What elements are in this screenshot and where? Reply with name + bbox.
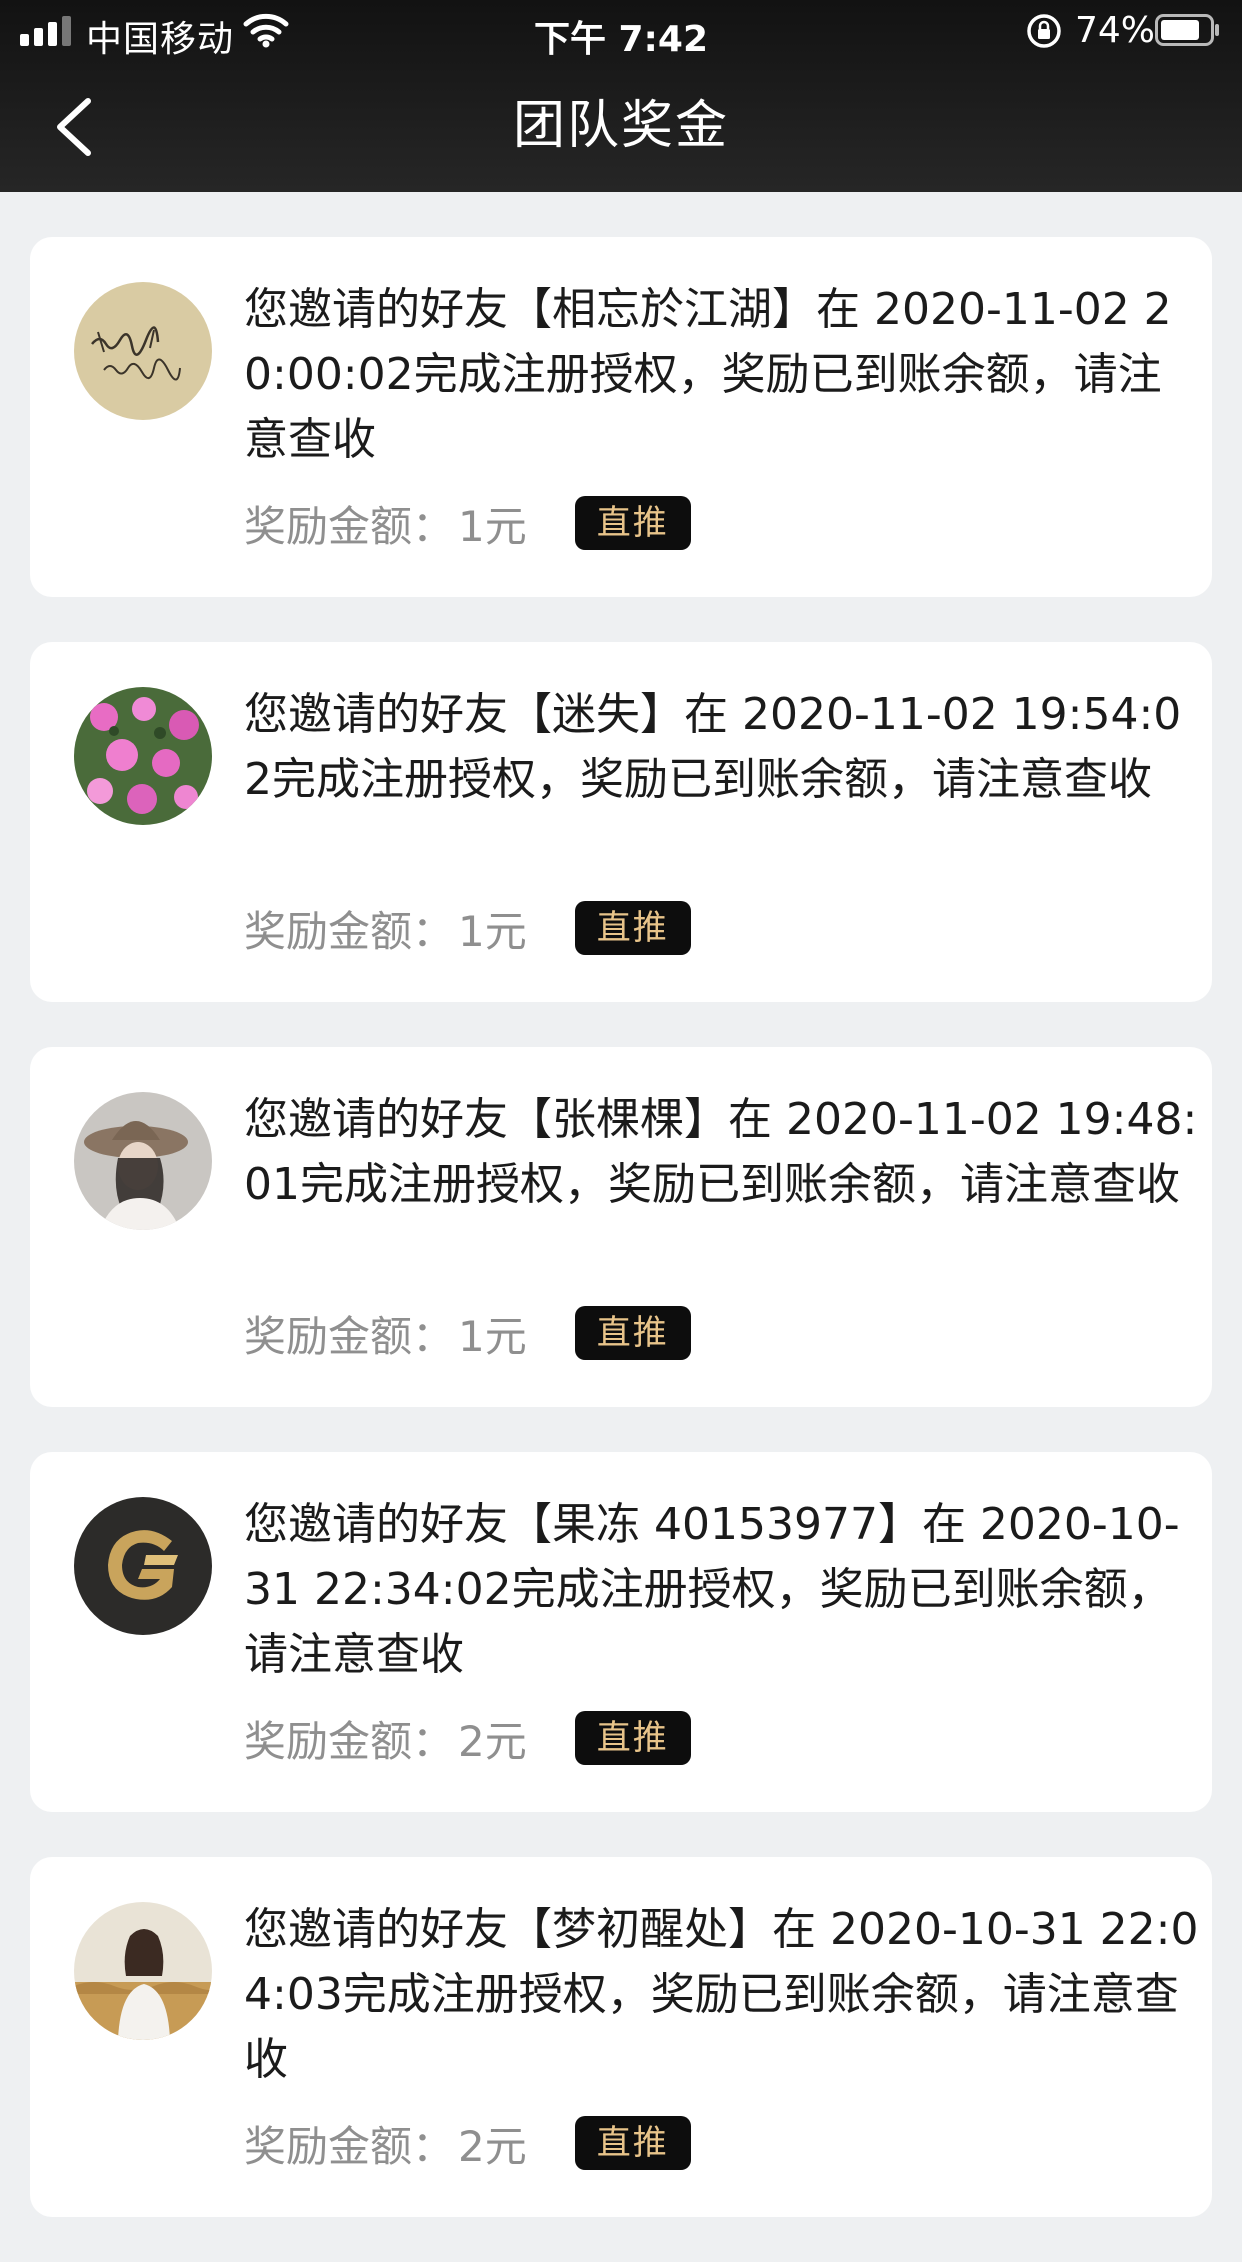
battery-percentage: 74% — [1075, 10, 1156, 51]
reward-message: 您邀请的好友【相忘於江湖】在 2020-11-02 20:00:02完成注册授权… — [244, 284, 1172, 465]
amount-value: 2元 — [458, 2121, 527, 2171]
reward-record-list: 您邀请的好友【相忘於江湖】在 2020-11-02 20:00:02完成注册授权… — [30, 237, 1212, 2262]
reward-record-card[interactable]: 您邀请的好友【相忘於江湖】在 2020-11-02 20:00:02完成注册授权… — [30, 237, 1212, 597]
flowers-avatar — [74, 687, 212, 825]
direct-referral-badge: 直推 — [574, 1306, 691, 1360]
amount-value: 1元 — [458, 1311, 527, 1361]
amount-label: 奖励金额： — [244, 2121, 455, 2171]
direct-referral-badge: 直推 — [574, 901, 691, 955]
amount-label: 奖励金额： — [244, 906, 455, 956]
amount-row: 奖励金额： 2元 直推 — [244, 2115, 691, 2171]
reward-record-card[interactable]: 您邀请的好友【梦初醒处】在 2020-10-31 22:04:03完成注册授权，… — [30, 1857, 1212, 2217]
amount-label: 奖励金额： — [244, 1311, 455, 1361]
gold-g-logo-avatar — [74, 1497, 212, 1635]
amount-row: 奖励金额： 1元 直推 — [244, 900, 691, 956]
hat-girl-avatar — [74, 1092, 212, 1230]
amount-row: 奖励金额： 1元 直推 — [244, 1305, 691, 1361]
reward-record-card[interactable]: 您邀请的好友【果冻 40153977】在 2020-10-31 22:34:02… — [30, 1452, 1212, 1812]
amount-row: 奖励金额： 1元 直推 — [244, 495, 691, 551]
reward-message: 您邀请的好友【张棵棵】在 2020-11-02 19:48:01完成注册授权，奖… — [244, 1094, 1198, 1210]
direct-referral-badge: 直推 — [574, 1711, 691, 1765]
top-bar: 中国移动 下午 7:42 74% 团队奖金 — [0, 0, 1242, 192]
reward-message: 您邀请的好友【迷失】在 2020-11-02 19:54:02完成注册授权，奖励… — [244, 689, 1182, 805]
amount-value: 2元 — [458, 1716, 527, 1766]
field-girl-avatar — [74, 1902, 212, 2040]
amount-row: 奖励金额： 2元 直推 — [244, 1710, 691, 1766]
direct-referral-badge: 直推 — [574, 496, 691, 550]
page-title: 团队奖金 — [512, 96, 729, 156]
amount-value: 1元 — [458, 906, 527, 956]
orientation-lock-icon — [1027, 14, 1061, 48]
amount-label: 奖励金额： — [244, 501, 455, 551]
reward-record-card[interactable]: 您邀请的好友【迷失】在 2020-11-02 19:54:02完成注册授权，奖励… — [30, 642, 1212, 1002]
reward-record-card[interactable]: 您邀请的好友【张棵棵】在 2020-11-02 19:48:01完成注册授权，奖… — [30, 1047, 1212, 1407]
status-bar: 中国移动 下午 7:42 74% — [0, 0, 1242, 62]
amount-label: 奖励金额： — [244, 1716, 455, 1766]
reward-message: 您邀请的好友【梦初醒处】在 2020-10-31 22:04:03完成注册授权，… — [244, 1904, 1199, 2085]
battery-icon — [1155, 14, 1219, 46]
direct-referral-badge: 直推 — [574, 2116, 691, 2170]
handwriting-avatar — [74, 282, 212, 420]
reward-message: 您邀请的好友【果冻 40153977】在 2020-10-31 22:34:02… — [244, 1499, 1180, 1680]
amount-value: 1元 — [458, 501, 527, 551]
